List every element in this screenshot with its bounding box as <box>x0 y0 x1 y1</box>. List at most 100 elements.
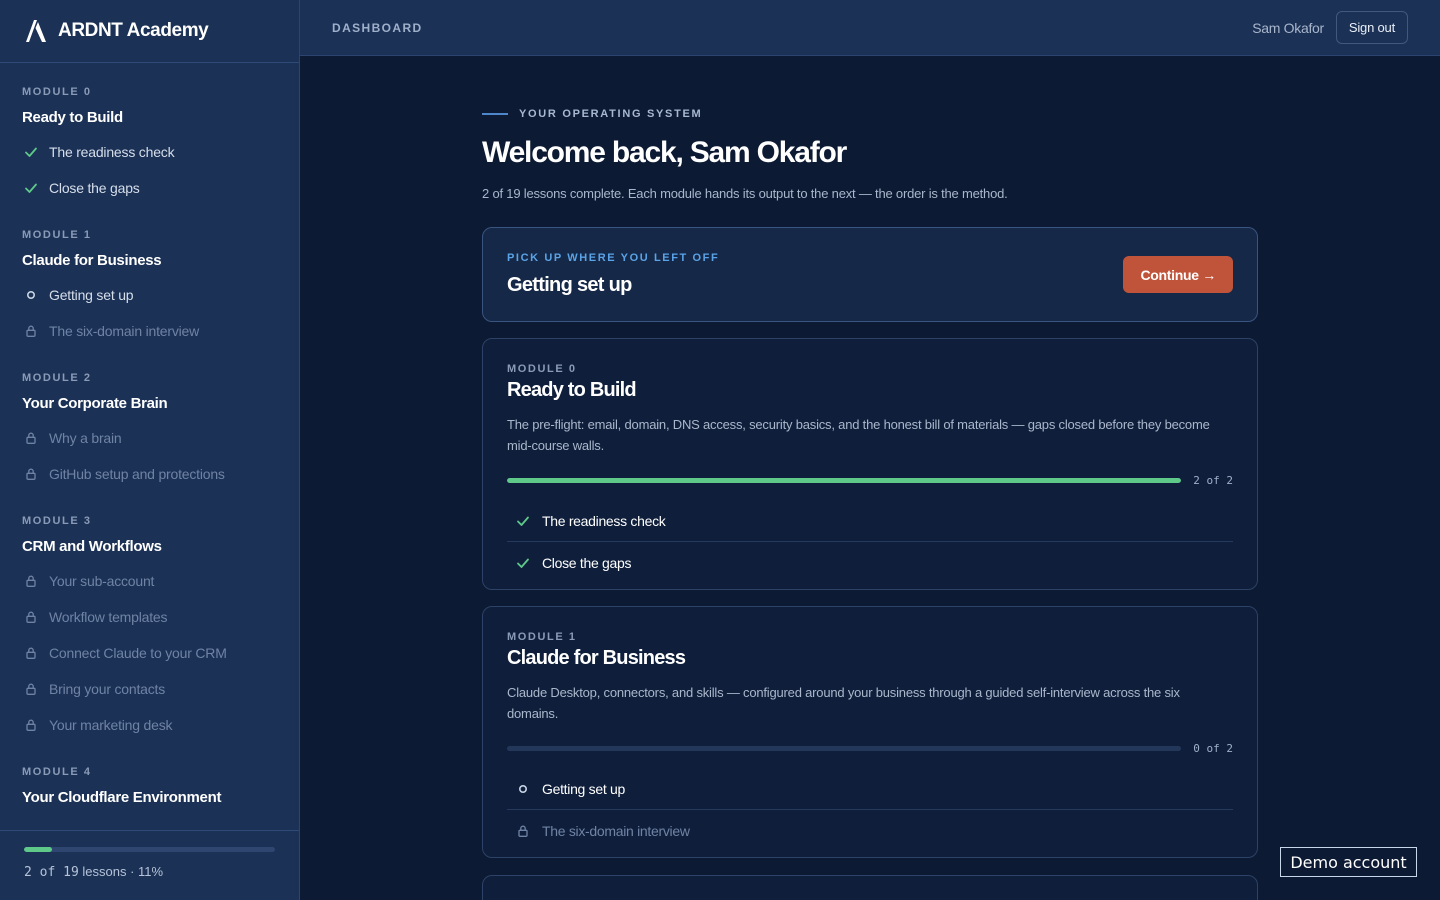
topbar: DASHBOARD Sam Okafor Sign out <box>300 0 1440 56</box>
sidebar-lesson-item: Your sub-account <box>22 563 277 599</box>
sidebar-lesson-list: Your sub-account Workflow templates Connec… <box>22 563 277 743</box>
resume-eyebrow: PICK UP WHERE YOU LEFT OFF <box>507 252 720 264</box>
sign-out-button[interactable]: Sign out <box>1335 11 1408 44</box>
sidebar-module-label: MODULE 1 <box>22 229 92 241</box>
sidebar-lesson-item: GitHub setup and protections <box>22 456 277 492</box>
sidebar-lesson-label: The six-domain interview <box>49 323 200 339</box>
user-name: Sam Okafor <box>1252 19 1324 36</box>
sidebar-lesson-list: The readiness check Close the gaps <box>22 134 277 206</box>
brand-name: ARDNT Academy <box>58 20 209 41</box>
topbar-user-area: Sam Okafor Sign out <box>1252 11 1408 44</box>
sidebar-module-title[interactable]: Your Corporate Brain <box>22 394 277 414</box>
module-card: MODULE 1 Claude for Business Claude Deskto… <box>482 606 1258 858</box>
sidebar-module-title[interactable]: Your Cloudflare Environment <box>22 788 277 808</box>
module-title: Claude for Business <box>507 647 686 669</box>
sidebar-module: MODULE 3 CRM and Workflows Your sub-accoun… <box>22 514 277 743</box>
module-progress: 2 of 2 <box>507 474 1233 487</box>
sidebar-progress-footer: 2 of 19 lessons · 11% <box>0 830 299 900</box>
eyebrow-label: YOUR OPERATING SYSTEM <box>519 108 703 120</box>
check-icon <box>516 514 530 528</box>
module-lesson-item[interactable]: The readiness check <box>507 501 1233 542</box>
page-subtitle: 2 of 19 lessons complete. Each module ha… <box>482 186 1008 201</box>
circle-icon <box>516 782 530 796</box>
sidebar-module-label: MODULE 2 <box>22 372 92 384</box>
sidebar-lesson-item[interactable]: Close the gaps <box>22 170 277 206</box>
module-label: MODULE 1 <box>507 631 577 643</box>
sidebar-module: MODULE 2 Your Corporate Brain Why a brain G… <box>22 371 277 492</box>
module-progress-fill <box>507 478 1182 483</box>
module-lesson-list: Getting set up The six-domain interview <box>507 769 1233 851</box>
sidebar-nav: MODULE 0 Ready to Build The readiness chec… <box>0 85 299 808</box>
sidebar-lesson-label: Your sub-account <box>49 573 155 589</box>
lock-icon <box>24 610 38 624</box>
sidebar-lesson-label: Your marketing desk <box>49 717 173 733</box>
brand[interactable]: ARDNT Academy <box>0 0 299 63</box>
sidebar-lesson-item: Workflow templates <box>22 599 277 635</box>
module-label: MODULE 0 <box>507 363 577 375</box>
module-lesson-item: The six-domain interview <box>507 810 1233 851</box>
sidebar-module-title[interactable]: Claude for Business <box>22 251 277 271</box>
lock-icon <box>516 824 530 838</box>
resume-text: PICK UP WHERE YOU LEFT OFF Getting set u… <box>507 252 719 297</box>
sidebar-lesson-item: Your marketing desk <box>22 707 277 743</box>
sidebar-module-label: MODULE 4 <box>22 766 92 778</box>
sidebar-lesson-item: Bring your contacts <box>22 671 277 707</box>
sidebar-lesson-item[interactable]: Getting set up <box>22 277 277 313</box>
module-card: MODULE 0 Ready to Build The pre-flight: em… <box>482 338 1258 590</box>
module-title: Ready to Build <box>507 379 637 401</box>
sidebar-lesson-item: The six-domain interview <box>22 313 277 349</box>
circle-icon <box>24 288 38 302</box>
module-progress: 0 of 2 <box>507 742 1233 755</box>
module-lesson-list: The readiness check Close the gaps <box>507 501 1233 583</box>
lock-icon <box>24 467 38 481</box>
lock-icon <box>24 682 38 696</box>
lock-icon <box>24 718 38 732</box>
sidebar-module: MODULE 1 Claude for Business Getting set u… <box>22 228 277 349</box>
sidebar-lesson-list: Getting set up The six-domain interview <box>22 277 277 349</box>
main-content: YOUR OPERATING SYSTEM Welcome back, Sam … <box>482 56 1258 900</box>
sidebar-lesson-item: Connect Claude to your CRM <box>22 635 277 671</box>
module-progress-bar <box>507 478 1182 483</box>
sidebar-module-title[interactable]: CRM and Workflows <box>22 537 277 557</box>
lock-icon <box>24 646 38 660</box>
overall-progress-fill <box>24 847 52 852</box>
continue-button[interactable]: Continue → <box>1123 256 1233 293</box>
sidebar-lesson-label: Bring your contacts <box>49 681 166 697</box>
sidebar: ARDNT Academy MODULE 0 Ready to Build The … <box>0 0 300 900</box>
sidebar-module: MODULE 4 Your Cloudflare Environment <box>22 765 277 808</box>
sidebar-module-title[interactable]: Ready to Build <box>22 108 277 128</box>
check-icon <box>24 145 38 159</box>
module-description: The pre-flight: email, domain, DNS acces… <box>507 417 1210 453</box>
overall-progress-suffix: lessons · 11% <box>78 864 164 879</box>
sidebar-lesson-label: Connect Claude to your CRM <box>49 645 227 661</box>
sidebar-lesson-item[interactable]: The readiness check <box>22 134 277 170</box>
module-lesson-label: The six-domain interview <box>542 822 690 839</box>
eyebrow-rule <box>482 113 508 115</box>
sidebar-module: MODULE 0 Ready to Build The readiness chec… <box>22 85 277 206</box>
module-lesson-label: Close the gaps <box>542 554 632 571</box>
sidebar-lesson-label: Getting set up <box>49 287 134 303</box>
overall-progress-bar <box>24 847 275 852</box>
module-lesson-label: The readiness check <box>542 513 666 529</box>
module-lesson-item[interactable]: Close the gaps <box>507 542 1233 583</box>
sidebar-module-label: MODULE 0 <box>22 86 92 98</box>
page-title: Welcome back, Sam Okafor <box>482 136 847 169</box>
demo-account-badge: Demo account <box>1280 847 1417 877</box>
module-cards: MODULE 0 Ready to Build The pre-flight: em… <box>482 338 1258 858</box>
module-progress-count: 0 of 2 <box>1193 742 1233 755</box>
sidebar-lesson-list: Why a brain GitHub setup and protections <box>22 420 277 492</box>
sidebar-lesson-label: Workflow templates <box>49 609 168 625</box>
lock-icon <box>24 324 38 338</box>
lock-icon <box>24 431 38 445</box>
module-lesson-item[interactable]: Getting set up <box>507 769 1233 810</box>
sidebar-lesson-label: Why a brain <box>49 430 122 446</box>
module-card-partial <box>482 875 1258 900</box>
sidebar-lesson-item: Why a brain <box>22 420 277 456</box>
check-icon <box>516 556 530 570</box>
breadcrumb: DASHBOARD <box>332 20 423 35</box>
module-progress-count: 2 of 2 <box>1193 474 1233 487</box>
module-description: Claude Desktop, connectors, and skills —… <box>507 685 1180 721</box>
module-lesson-label: Getting set up <box>542 781 625 797</box>
module-progress-bar <box>507 746 1182 751</box>
sidebar-lesson-label: Close the gaps <box>49 180 140 196</box>
